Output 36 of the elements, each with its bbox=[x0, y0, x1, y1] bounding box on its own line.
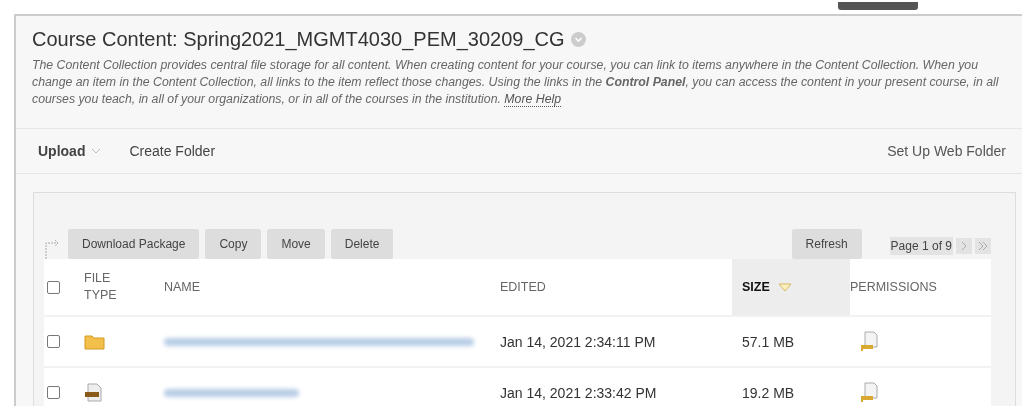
action-button[interactable]: Delete bbox=[330, 229, 394, 259]
edited-cell-text: Jan 14, 2021 2:34:11 PM bbox=[500, 332, 657, 352]
edited-cell-text: Jan 14, 2021 2:33:42 PM bbox=[500, 383, 658, 403]
action-button[interactable]: Download Package bbox=[68, 229, 200, 259]
column-header[interactable]: EDITED bbox=[500, 259, 732, 315]
toolbar-link[interactable]: Create Folder bbox=[129, 143, 216, 159]
column-header[interactable]: SIZE bbox=[732, 259, 850, 315]
chevron-right-icon bbox=[960, 241, 968, 251]
permissions-icon[interactable] bbox=[860, 331, 880, 352]
refresh-button[interactable]: Refresh bbox=[791, 229, 862, 259]
action-button[interactable]: Copy bbox=[205, 229, 262, 259]
caret-icon bbox=[91, 148, 102, 154]
row-checkbox[interactable] bbox=[47, 335, 60, 348]
pdf-file-icon bbox=[84, 383, 103, 402]
action-button[interactable]: Move bbox=[267, 229, 325, 259]
description-text: The Content Collection provides central file storage for all content. When creating content for your course, you can link to items anywhere in the Content Collection. When you change an item in the Content Collection, all links to the item reflect those changes. Using the links in the Control Panel, you can access the content in your present course, in all courses you teach, in all of your organizations, or in all of the courses in the institution. More Help bbox=[32, 57, 1000, 108]
row-checkbox[interactable] bbox=[47, 386, 60, 399]
permissions-icon[interactable] bbox=[860, 382, 880, 403]
more-help-link[interactable]: More Help bbox=[504, 92, 562, 107]
chevron-down-icon[interactable] bbox=[570, 32, 586, 47]
upload-menu[interactable]: Upload bbox=[38, 143, 102, 159]
page-indicator: Page 1 of 9 bbox=[889, 237, 953, 255]
size-cell-text: 19.2 MB bbox=[741, 383, 796, 403]
double-chevron-right-icon bbox=[977, 241, 989, 251]
next-page-button[interactable] bbox=[956, 238, 972, 254]
column-header[interactable]: NAME bbox=[164, 259, 500, 315]
last-page-button[interactable] bbox=[975, 238, 991, 254]
column-header[interactable]: FILE TYPE bbox=[84, 259, 164, 315]
tab-handle[interactable] bbox=[838, 2, 918, 10]
select-all-checkbox[interactable] bbox=[47, 280, 60, 294]
size-cell-text: 57.1 MB bbox=[741, 332, 796, 352]
sort-descending-icon bbox=[777, 282, 792, 292]
folder-icon bbox=[84, 333, 105, 350]
page-title: Course Content: Spring2021_MGMT4030_PEM_30209_CG bbox=[32, 28, 565, 51]
web-folder-link[interactable]: Set Up Web Folder bbox=[887, 143, 1006, 159]
column-header[interactable]: PERMISSIONS bbox=[850, 259, 1000, 315]
